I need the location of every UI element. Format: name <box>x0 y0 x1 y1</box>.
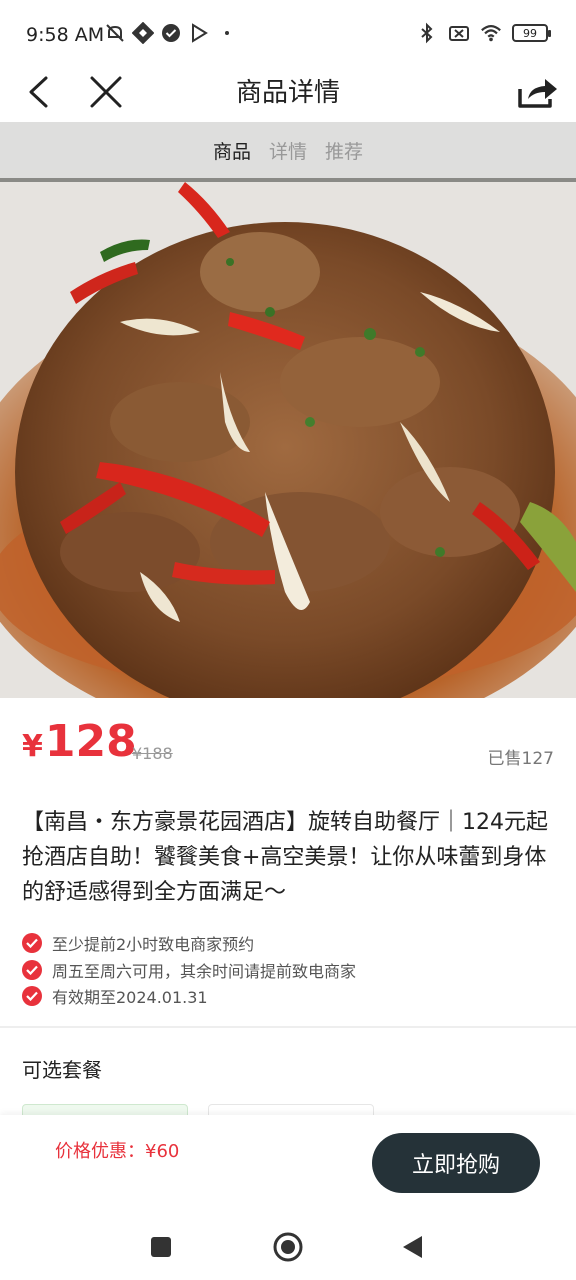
discount-text: 价格优惠：¥60 <box>55 1141 180 1162</box>
share-button[interactable] <box>514 68 562 116</box>
play-store-icon <box>188 22 210 44</box>
price-value: 128 <box>44 716 137 767</box>
nav-bar: 商品详情 <box>0 62 576 122</box>
back-icon <box>29 76 48 108</box>
food-photo <box>0 122 576 698</box>
status-bar: 9:58 AM 99 <box>0 0 576 62</box>
note-item: 至少提前2小时致电商家预约 <box>22 930 558 957</box>
buy-now-button[interactable]: 立即抢购 <box>372 1133 540 1193</box>
battery-icon: 99 <box>512 24 551 42</box>
note-text: 至少提前2小时致电商家预约 <box>52 935 255 955</box>
price-row: ¥ 128 ¥188 已售127 <box>0 698 576 798</box>
packages-title: 可选套餐 <box>22 1058 102 1082</box>
note-item: 有效期至2024.01.31 <box>22 983 558 1010</box>
price-currency: ¥ <box>22 729 43 764</box>
app-icon <box>132 22 154 44</box>
home-button[interactable] <box>270 1229 306 1265</box>
check-icon <box>22 986 42 1007</box>
section-tabs: 商品 详情 推荐 <box>0 122 576 178</box>
tab-product[interactable]: 商品 <box>213 137 251 164</box>
wifi-icon <box>480 22 502 44</box>
original-price: ¥188 <box>132 744 173 763</box>
system-nav-bar <box>0 1215 576 1280</box>
tab-details[interactable]: 详情 <box>269 137 307 164</box>
sold-count: 已售127 <box>487 749 554 769</box>
check-icon <box>22 959 42 980</box>
circle-icon <box>273 1232 303 1262</box>
tab-recommend[interactable]: 推荐 <box>325 137 363 164</box>
dot-icon <box>216 22 238 44</box>
note-text: 有效期至2024.01.31 <box>52 988 208 1008</box>
action-bar: 价格优惠：¥60 立即抢购 <box>0 1115 576 1215</box>
product-image[interactable] <box>0 122 576 698</box>
sim-off-icon <box>448 22 470 44</box>
back-button[interactable] <box>18 70 58 114</box>
product-detail-page: 9:58 AM 99 商品详情 商品 详情 推荐 ¥ 128 ¥188 已售12… <box>0 0 576 1280</box>
check-badge-icon <box>160 22 182 44</box>
close-button[interactable] <box>84 70 128 114</box>
note-item: 周五至周六可用，其余时间请提前致电商家 <box>22 957 558 984</box>
divider <box>0 1026 576 1028</box>
purchase-notes: 至少提前2小时致电商家预约 周五至周六可用，其余时间请提前致电商家 有效期至20… <box>22 930 558 1010</box>
bluetooth-icon <box>416 22 438 44</box>
check-icon <box>22 933 42 954</box>
recents-button[interactable] <box>143 1229 179 1265</box>
product-title: 【南昌・东方豪景花园酒店】旋转自助餐厅｜124元起抢酒店自助！饕餮美食+高空美景… <box>22 810 548 905</box>
back-nav-button[interactable] <box>394 1229 430 1265</box>
share-icon <box>518 79 557 108</box>
status-icons-right: 99 <box>416 22 551 44</box>
battery-level: 99 <box>523 26 537 40</box>
status-time: 9:58 AM <box>26 24 105 46</box>
status-icons-left <box>104 22 238 44</box>
mute-icon <box>104 22 126 44</box>
note-text: 周五至周六可用，其余时间请提前致电商家 <box>52 961 357 981</box>
triangle-back-icon <box>403 1236 422 1258</box>
square-icon <box>151 1237 171 1257</box>
close-icon <box>90 76 122 108</box>
current-price: ¥ 128 <box>22 716 137 767</box>
